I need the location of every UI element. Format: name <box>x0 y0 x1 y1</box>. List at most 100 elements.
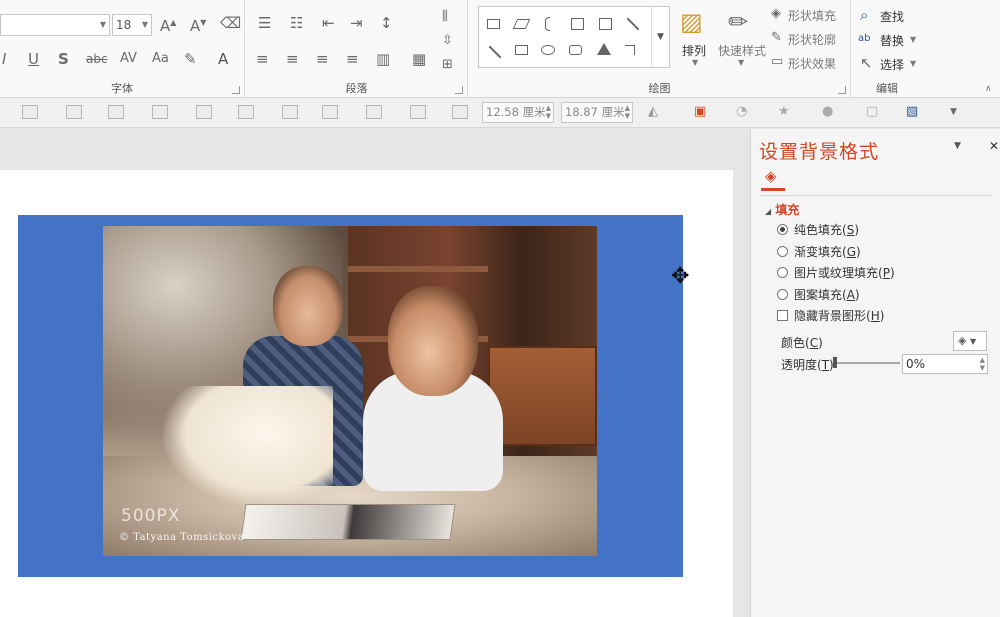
font-dialog-launcher[interactable] <box>232 86 240 94</box>
italic-icon[interactable]: I <box>2 50 6 68</box>
highlight-icon[interactable]: ✎ <box>184 50 197 68</box>
star-shape-icon[interactable]: ★ <box>778 103 790 121</box>
shape-fill-icon[interactable]: ◈ <box>771 5 781 23</box>
toolbar-icon-5[interactable] <box>196 105 212 119</box>
crop-icon[interactable]: ◔ <box>736 103 747 121</box>
circle-shape-icon[interactable]: ● <box>822 103 833 121</box>
quick-styles-dropdown-icon[interactable]: ▼ <box>738 58 744 67</box>
select-icon[interactable]: ↖ <box>860 54 873 72</box>
pattern-fill-radio[interactable] <box>777 288 788 300</box>
toolbar-icon-11[interactable] <box>452 105 468 119</box>
toolbar-icon-10[interactable] <box>410 105 426 119</box>
toolbar-icon-8[interactable] <box>322 105 338 119</box>
text-direction-icon[interactable]: ⫼ <box>442 8 448 26</box>
replace-label[interactable]: 替换 <box>880 32 904 49</box>
close-icon[interactable]: ✕ <box>989 139 999 153</box>
toolbar-icon-4[interactable] <box>152 105 168 119</box>
toolbar-icon-7[interactable] <box>282 105 298 119</box>
slide-photo[interactable]: 500PX © Tatyana Tomsickova <box>103 226 597 556</box>
picture-fill-radio[interactable] <box>777 266 788 278</box>
char-spacing-icon[interactable]: AV <box>120 50 137 68</box>
shape-height-input[interactable]: 12.58 厘米 ▲ ▼ <box>482 102 554 123</box>
font-size-input[interactable]: 18 ▼ <box>112 14 152 36</box>
strikethrough-icon[interactable]: abc <box>86 50 108 68</box>
line-spacing-icon[interactable]: ↕ <box>380 14 393 32</box>
underline-icon[interactable]: U <box>28 50 39 68</box>
toolbar-icon-2[interactable] <box>66 105 82 119</box>
numbering-icon[interactable]: ☷ <box>290 14 303 32</box>
shape-outline-icon[interactable]: ✎ <box>771 29 782 47</box>
rounded-rect-shape-icon[interactable] <box>569 45 582 55</box>
textbox-shape-icon[interactable] <box>571 18 584 30</box>
justify-icon[interactable]: ≡ <box>346 50 359 68</box>
group-icon[interactable]: ▣ <box>694 103 706 121</box>
slide-background[interactable]: 500PX © Tatyana Tomsickova <box>18 215 683 577</box>
arrange-label[interactable]: 排列 <box>682 42 706 59</box>
slide[interactable]: 500PX © Tatyana Tomsickova <box>0 170 733 617</box>
toolbar-overflow-icon[interactable]: ▼ <box>950 103 957 121</box>
hide-graphics-checkbox[interactable] <box>777 309 788 321</box>
picture-fill-option[interactable]: 图片或纹理填充(P) <box>777 263 895 281</box>
change-case-icon[interactable]: Aa <box>152 50 169 68</box>
color-picker-button[interactable]: ◈ ▼ <box>953 331 987 351</box>
shadow-icon[interactable]: S <box>58 50 69 68</box>
replace-icon[interactable]: ab <box>858 30 870 48</box>
gradient-fill-option[interactable]: 渐变填充(G) <box>777 242 861 260</box>
decrease-indent-icon[interactable]: ⇤ <box>322 14 335 32</box>
bullets-icon[interactable]: ☰ <box>258 14 271 32</box>
arrange-icon[interactable]: ▨ <box>680 8 703 36</box>
select-label[interactable]: 选择 <box>880 56 904 73</box>
find-icon[interactable]: ⌕ <box>860 6 868 24</box>
font-color-icon[interactable]: A <box>218 50 228 68</box>
increase-indent-icon[interactable]: ⇥ <box>350 14 363 32</box>
align-text-icon[interactable]: ⇳ <box>442 32 453 50</box>
fill-bucket-icon[interactable]: ◈ <box>765 167 783 185</box>
columns-icon[interactable]: ▥ <box>376 50 390 68</box>
shape-outline-label[interactable]: 形状轮廓 <box>788 31 836 48</box>
elbow-connector-shape-icon[interactable] <box>625 45 635 55</box>
rect-small-shape-icon[interactable] <box>515 45 528 55</box>
shape-effects-icon[interactable]: ▭ <box>771 53 783 71</box>
collapse-ribbon-icon[interactable]: ∧ <box>985 84 992 94</box>
gradient-fill-radio[interactable] <box>777 245 788 257</box>
rectangle-shape-icon[interactable] <box>487 19 500 29</box>
transparency-slider-track[interactable] <box>834 362 900 364</box>
toolbar-icon-6[interactable] <box>238 105 254 119</box>
grow-font-icon[interactable]: A▲ <box>160 14 176 35</box>
oval-shape-icon[interactable] <box>541 45 555 55</box>
toolbar-icon-1[interactable] <box>22 105 38 119</box>
solid-fill-option[interactable]: 纯色填充(S) <box>777 220 859 238</box>
replace-dropdown-icon[interactable]: ▼ <box>910 35 916 44</box>
find-label[interactable]: 查找 <box>880 8 904 25</box>
convert-smartart-icon[interactable]: ⊞ <box>442 56 453 74</box>
triangle-shape-icon[interactable] <box>597 43 611 55</box>
quick-styles-label[interactable]: 快速样式 <box>718 42 766 59</box>
align-center-icon[interactable]: ≡ <box>286 50 299 68</box>
clear-format-icon[interactable]: ⌫ <box>220 14 241 32</box>
shape-width-input[interactable]: 18.87 厘米 ▲ ▼ <box>561 102 633 123</box>
shape-effects-label[interactable]: 形状效果 <box>788 55 836 72</box>
parallelogram-shape-icon[interactable] <box>512 19 531 29</box>
fill-section-header[interactable]: ◢ 填充 <box>765 201 799 218</box>
paragraph-dialog-launcher[interactable] <box>455 86 463 94</box>
toolbar-icon-9[interactable] <box>366 105 382 119</box>
pattern-fill-option[interactable]: 图案填充(A) <box>777 285 860 303</box>
transparency-input[interactable]: 0% ▲ ▼ <box>902 354 988 374</box>
shapes-more-button[interactable]: ▼ <box>651 7 669 67</box>
quick-styles-icon[interactable]: ✏ <box>728 8 748 36</box>
picture-icon[interactable]: ▧ <box>906 103 918 121</box>
font-name-input[interactable]: ▼ <box>0 14 110 36</box>
smartart-icon[interactable]: ▦ <box>412 50 426 68</box>
shape-outline-tool-icon[interactable]: ▢ <box>866 103 878 121</box>
align-left-icon[interactable]: ≡ <box>256 50 269 68</box>
arrange-dropdown-icon[interactable]: ▼ <box>692 58 698 67</box>
select-dropdown-icon[interactable]: ▼ <box>910 59 916 68</box>
toolbar-icon-3[interactable] <box>108 105 124 119</box>
line-shape-icon[interactable] <box>626 17 640 31</box>
solid-fill-radio[interactable] <box>777 223 788 235</box>
align-right-icon[interactable]: ≡ <box>316 50 329 68</box>
line-diagonal-shape-icon[interactable] <box>488 45 502 59</box>
pane-menu-dropdown-icon[interactable]: ▼ <box>954 141 961 151</box>
vertical-textbox-shape-icon[interactable] <box>599 18 612 30</box>
shapes-gallery[interactable]: ▼ <box>478 6 670 68</box>
